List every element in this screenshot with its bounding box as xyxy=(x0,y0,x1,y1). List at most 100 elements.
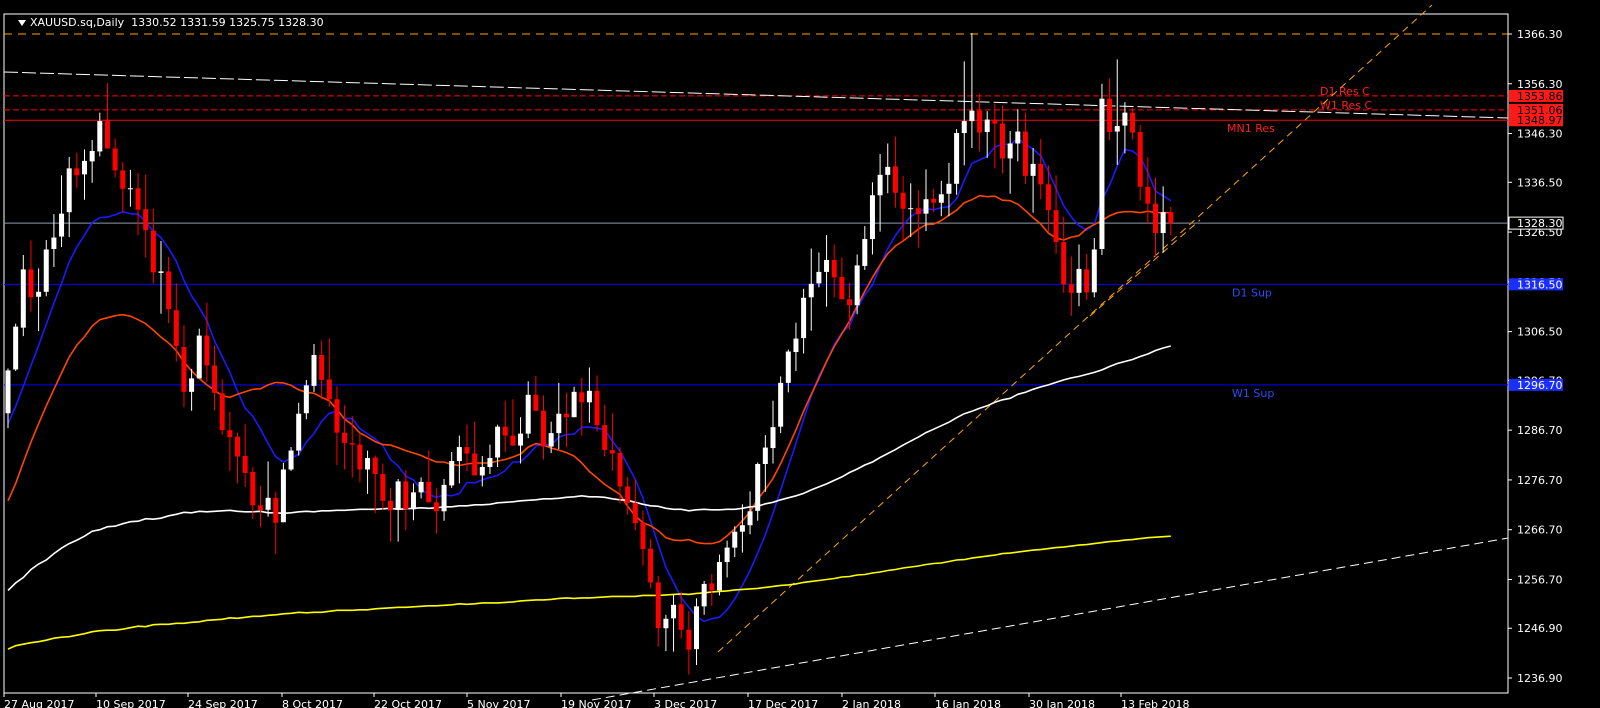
candle-body xyxy=(938,194,944,203)
candle-body xyxy=(342,432,348,444)
y-tick-label: 1336.50 xyxy=(1517,176,1563,189)
candle-body xyxy=(824,259,830,272)
x-tick-label: 5 Nov 2017 xyxy=(467,698,530,708)
candle-body xyxy=(1000,123,1005,159)
x-tick-label: 10 Sep 2017 xyxy=(96,698,166,708)
candle-body xyxy=(380,473,386,501)
candle-body xyxy=(839,276,845,300)
candle-body xyxy=(204,335,210,366)
trendline-white-top xyxy=(3,71,1509,119)
candle-body xyxy=(625,486,631,503)
candle-body xyxy=(892,166,898,193)
x-tick-label: 17 Dec 2017 xyxy=(748,698,818,708)
candle-body xyxy=(173,310,179,347)
candle-body xyxy=(701,583,707,607)
candle-body xyxy=(479,466,485,476)
candle-body xyxy=(931,198,937,203)
candle-body xyxy=(388,500,393,511)
candle-body xyxy=(686,629,692,650)
candle-body xyxy=(571,391,577,418)
y-tick-label: 1236.90 xyxy=(1517,672,1563,685)
candle-body xyxy=(166,271,172,310)
ohlc-low: 1325.75 xyxy=(229,16,275,29)
level-label: W1 Sup xyxy=(1232,387,1274,400)
candle-body xyxy=(831,259,837,278)
candle-body xyxy=(655,582,661,629)
candle-body xyxy=(120,170,126,189)
x-tick-label: 19 Nov 2017 xyxy=(561,698,631,708)
candle-body xyxy=(426,481,432,503)
candle-body xyxy=(977,110,983,133)
candle-body xyxy=(877,174,883,196)
candle-body xyxy=(801,297,807,339)
candle-body xyxy=(135,188,141,210)
axis-level-label: 1296.70 xyxy=(1517,379,1563,392)
y-tick-label: 1346.30 xyxy=(1517,128,1563,141)
ohlc-close: 1328.30 xyxy=(278,16,324,29)
candle-body xyxy=(556,413,562,434)
candle-body xyxy=(495,426,501,458)
y-tick-label: 1306.50 xyxy=(1517,326,1563,339)
candle-body xyxy=(900,192,906,209)
candle-body xyxy=(847,299,852,306)
axis-level-label: 1348.97 xyxy=(1517,114,1563,127)
candle-body xyxy=(885,166,891,175)
x-tick-label: 27 Aug 2017 xyxy=(4,698,74,708)
candle-body xyxy=(1160,212,1166,234)
candle-body xyxy=(1130,112,1136,133)
candle-body xyxy=(816,271,822,284)
candle-body xyxy=(441,484,447,512)
candle-body xyxy=(510,435,516,446)
chart-window[interactable]: D1 Res C W1 Res C MN1 Res D1 Sup W1 Sup 1366.… xyxy=(0,0,1600,708)
candle-body xyxy=(1030,163,1036,176)
candle-body xyxy=(59,213,65,237)
x-tick-label: 22 Oct 2017 xyxy=(374,698,442,708)
candle-body xyxy=(51,237,57,249)
candle-body xyxy=(1107,98,1113,133)
candle-body xyxy=(112,148,118,171)
candle-body xyxy=(250,471,256,506)
candle-body xyxy=(296,413,302,451)
candle-body xyxy=(762,447,768,464)
candle-body xyxy=(1145,186,1151,204)
candle-body xyxy=(273,497,279,523)
candle-body xyxy=(793,338,799,353)
candle-body xyxy=(395,481,401,510)
candle-body xyxy=(212,365,218,393)
trendline-orange-short xyxy=(1089,219,1201,317)
candle-body xyxy=(82,160,87,175)
candle-body xyxy=(319,355,325,380)
candle-body xyxy=(1076,268,1082,293)
candle-body xyxy=(724,547,730,563)
candle-body xyxy=(1099,98,1105,249)
candle-body xyxy=(227,430,233,438)
x-tick-label: 24 Sep 2017 xyxy=(188,698,258,708)
candle-body xyxy=(563,413,569,418)
price-chart[interactable]: D1 Res CW1 Res C MN1 Res D1 Sup W1 Sup 1366.… xyxy=(0,0,1600,708)
candle-body xyxy=(97,121,103,152)
y-tick-label: 1366.30 xyxy=(1517,28,1563,41)
candle-body xyxy=(1091,249,1097,293)
dropdown-arrow-icon[interactable] xyxy=(18,20,26,26)
axis-level-label: 1353.86 xyxy=(1517,90,1563,103)
candle-body xyxy=(1068,284,1074,293)
candle-body xyxy=(1045,184,1051,211)
candle-body xyxy=(349,443,355,445)
candle-body xyxy=(143,209,149,231)
candle-body xyxy=(104,120,110,149)
y-tick-label: 1266.70 xyxy=(1517,524,1563,537)
candle-body xyxy=(854,265,860,306)
candle-body xyxy=(694,606,699,650)
candle-body xyxy=(518,433,524,446)
candle-body xyxy=(594,390,600,426)
candle-body xyxy=(709,583,715,591)
y-tick-label: 1256.70 xyxy=(1517,573,1563,586)
candle-body xyxy=(257,505,263,511)
candle-body xyxy=(609,450,615,454)
candle-body xyxy=(908,208,914,210)
candle-body xyxy=(1038,163,1044,185)
candle-body xyxy=(242,456,248,473)
last-price-label: 1328.30 xyxy=(1517,217,1563,230)
candle-body xyxy=(158,271,164,273)
candle-body xyxy=(433,502,439,512)
